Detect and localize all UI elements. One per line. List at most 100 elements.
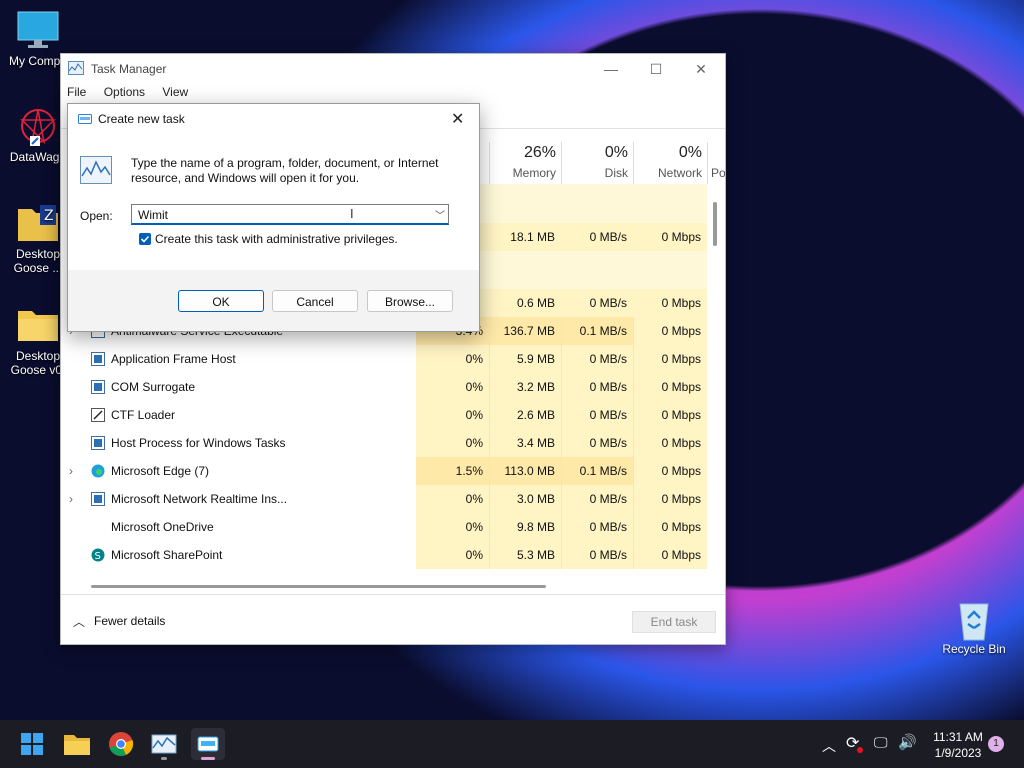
memory-cell: 2.6 MB (489, 401, 561, 429)
desktop-icon-label: My Compu (8, 54, 67, 68)
cpu-cell: 1.5% (416, 457, 489, 485)
taskbar: ︿ ⟳ 🖵 🔊 11:31 AM 1/9/2023 1 (0, 720, 1024, 768)
vertical-scrollbar[interactable] (713, 202, 717, 246)
clock[interactable]: 11:31 AM 1/9/2023 (928, 729, 988, 761)
clock-date: 1/9/2023 (934, 746, 982, 760)
network-cell: 0 Mbps (633, 457, 707, 485)
disk-cell: 0 MB/s (561, 513, 633, 541)
table-row[interactable]: COM Surrogate 0% 3.2 MB 0 MB/s 0 Mbps (61, 373, 709, 401)
zip-folder-icon: Z (16, 203, 60, 243)
chevron-down-icon[interactable]: ﹀ (435, 207, 445, 222)
table-row[interactable]: S Microsoft SharePoint 0% 5.3 MB 0 MB/s 0 Mbp… (61, 541, 709, 569)
admin-checkbox-label[interactable]: Create this task with administrative pri… (155, 232, 398, 246)
task-manager-app-icon (68, 61, 84, 78)
network-cell: 0 Mbps (633, 317, 707, 345)
datawagon-icon (16, 106, 60, 146)
table-row[interactable]: Microsoft OneDrive 0% 9.8 MB 0 MB/s 0 Mbps (61, 513, 709, 541)
column-header-disk[interactable]: 0% Disk (561, 142, 634, 184)
process-list: ›Antimalware Service Executable3.4%136.7… (61, 317, 709, 579)
task-manager-footer: ︿ Fewer details End task (61, 594, 725, 645)
process-name: Microsoft Edge (7) (111, 464, 210, 478)
chrome-button[interactable] (104, 728, 138, 760)
cpu-cell: 0% (416, 429, 489, 457)
task-manager-titlebar[interactable]: Task Manager — ☐ ✕ (61, 54, 725, 84)
menu-file[interactable]: File (67, 85, 86, 99)
network-cell: 0 Mbps (633, 401, 707, 429)
desktop-icon-label: DataWago (9, 150, 67, 164)
desktop-icon-recycle-bin[interactable]: Recycle Bin (936, 598, 1012, 656)
disk-cell: 0 MB/s (561, 429, 633, 457)
cpu-cell: 0% (416, 373, 489, 401)
admin-checkbox[interactable] (139, 233, 151, 245)
maximize-button[interactable]: ☐ (633, 58, 679, 80)
dialog-description: Type the name of a program, folder, docu… (131, 156, 439, 185)
table-row[interactable]: › Microsoft Network Realtime Ins... 0% 3.0 … (61, 485, 709, 513)
process-name: COM Surrogate (111, 380, 196, 394)
active-indicator (201, 757, 215, 760)
file-explorer-button[interactable] (60, 728, 94, 760)
dialog-titlebar[interactable]: Create new task ✕ (68, 104, 479, 134)
expand-chevron-icon[interactable]: › (69, 492, 73, 506)
table-row[interactable]: Application Frame Host 0% 5.9 MB 0 MB/s 0 Mb… (61, 345, 709, 373)
column-header-power[interactable]: Po (707, 142, 725, 184)
fewer-details-link[interactable]: Fewer details (94, 614, 165, 628)
cpu-cell: 0% (416, 345, 489, 373)
dialog-title: Create new task (98, 112, 185, 126)
column-header-network[interactable]: 0% Network (633, 142, 708, 184)
ok-button[interactable]: OK (178, 290, 264, 312)
notification-badge[interactable]: 1 (988, 736, 1004, 752)
network-icon[interactable]: 🖵 (874, 734, 888, 751)
horizontal-scrollbar[interactable] (91, 585, 546, 588)
edge-icon (91, 464, 105, 478)
memory-cell: 5.3 MB (489, 541, 561, 569)
clock-time: 11:31 AM (933, 730, 983, 744)
minimize-button[interactable]: — (588, 58, 634, 80)
running-indicator (161, 757, 167, 760)
cancel-button[interactable]: Cancel (272, 290, 358, 312)
network-cell: 0 Mbps (633, 289, 707, 317)
table-row[interactable]: CTF Loader 0% 2.6 MB 0 MB/s 0 Mbps (61, 401, 709, 429)
task-manager-taskbar-button[interactable] (147, 728, 181, 760)
dialog-close-button[interactable]: ✕ (451, 109, 464, 129)
table-row[interactable]: › Microsoft Edge (7) 1.5% 113.0 MB 0.1 MB/s 0… (61, 457, 709, 485)
chevron-up-icon[interactable]: ︿ (73, 613, 85, 630)
task-manager-menubar: File Options View (67, 85, 202, 105)
memory-cell: 3.4 MB (489, 429, 561, 457)
close-button[interactable]: ✕ (678, 58, 724, 80)
open-combobox[interactable]: Wimit I ﹀ (131, 204, 449, 225)
windows-logo-icon (21, 733, 43, 755)
checkmark-icon (140, 235, 150, 243)
desktop-icon-label: Desktop Goose ... (13, 247, 63, 275)
menu-view[interactable]: View (162, 85, 188, 99)
network-cell: 0 Mbps (633, 485, 707, 513)
start-button[interactable] (15, 728, 49, 760)
disk-cell: 0 MB/s (561, 223, 633, 251)
browse-button[interactable]: Browse... (367, 290, 453, 312)
svg-text:Z: Z (44, 208, 54, 224)
volume-icon[interactable]: 🔊 (898, 733, 917, 751)
cpu-cell: 0% (416, 485, 489, 513)
ctf-loader-icon (91, 408, 105, 422)
network-cell: 0 Mbps (633, 429, 707, 457)
task-manager-icon (151, 734, 177, 754)
run-dialog-taskbar-button[interactable] (191, 728, 225, 760)
end-task-button[interactable]: End task (632, 611, 716, 633)
column-header-memory[interactable]: 26% Memory (489, 142, 562, 184)
open-input[interactable]: Wimit (138, 208, 168, 222)
memory-cell: 3.0 MB (489, 485, 561, 513)
cpu-cell: 0% (416, 513, 489, 541)
memory-cell: 5.9 MB (489, 345, 561, 373)
process-name: CTF Loader (111, 408, 176, 422)
expand-chevron-icon[interactable]: › (69, 464, 73, 478)
dialog-body: Type the name of a program, folder, docu… (68, 134, 479, 270)
memory-cell: 113.0 MB (489, 457, 561, 485)
memory-cell: 136.7 MB (489, 317, 561, 345)
menu-options[interactable]: Options (104, 85, 145, 99)
chrome-icon (109, 732, 134, 756)
disk-cell: 0 MB/s (561, 485, 633, 513)
chevron-up-icon[interactable]: ︿ (822, 736, 836, 756)
network-cell: 0 Mbps (633, 541, 707, 569)
network-cell: 0 Mbps (633, 223, 707, 251)
recycle-bin-icon (952, 598, 996, 641)
table-row[interactable]: Host Process for Windows Tasks 0% 3.4 MB 0 … (61, 429, 709, 457)
